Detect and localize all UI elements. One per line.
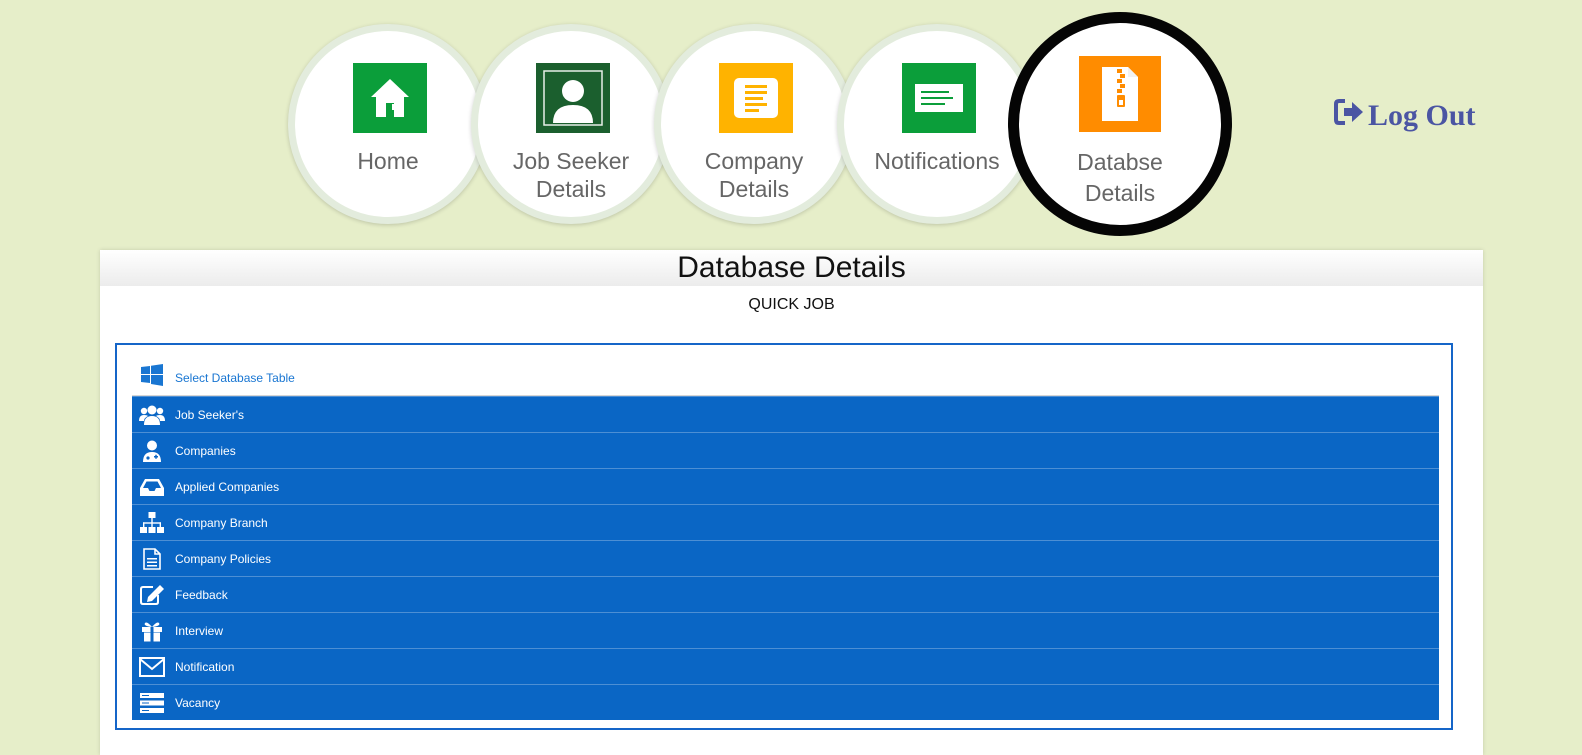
table-item-label: Interview — [175, 623, 224, 638]
nav-notifications-label: Notifications — [874, 148, 1000, 174]
table-item-label: Company Branch — [175, 515, 268, 530]
panel-subtitle: QUICK JOB — [748, 296, 835, 313]
users-icon — [139, 403, 165, 427]
edit-icon — [139, 583, 165, 607]
table-item-label: Companies — [175, 443, 236, 458]
table-item-company-branch[interactable]: Company Branch — [132, 504, 1439, 540]
table-box: Select Database Table Job Seeker's Compa… — [115, 343, 1453, 730]
nav-home-label: Home — [357, 148, 419, 174]
table-item-label: Feedback — [175, 587, 228, 602]
table-item-label: Notification — [175, 659, 235, 674]
nav-job-seeker-details[interactable]: Job Seeker Details — [471, 24, 671, 224]
home-icon — [353, 63, 427, 133]
nav-database-details[interactable]: Databse Details — [1008, 12, 1232, 236]
server-icon — [139, 691, 165, 715]
table-list-header: Select Database Table — [132, 360, 1439, 396]
table-item-vacancy[interactable]: Vacancy — [132, 684, 1439, 720]
nav-company-details[interactable]: Company Details — [654, 24, 854, 224]
document-icon — [719, 63, 793, 133]
database-details-panel: Database Details QUICK JOB Select Databa… — [100, 250, 1483, 755]
inbox-icon — [139, 475, 165, 499]
logout-button[interactable]: Log Out — [1334, 96, 1476, 136]
panel-title: Database Details — [100, 250, 1483, 286]
logout-label: Log Out — [1368, 99, 1476, 132]
user-doctor-icon — [139, 439, 165, 463]
table-item-label: Job Seeker's — [175, 407, 244, 422]
table-item-feedback[interactable]: Feedback — [132, 576, 1439, 612]
table-item-notification[interactable]: Notification — [132, 648, 1439, 684]
table-item-company-policies[interactable]: Company Policies — [132, 540, 1439, 576]
table-item-job-seekers[interactable]: Job Seeker's — [132, 396, 1439, 432]
file-icon — [139, 547, 165, 571]
gift-icon — [139, 619, 165, 643]
message-icon — [902, 63, 976, 133]
table-item-label: Company Policies — [175, 551, 272, 566]
nav-home[interactable]: Home — [288, 24, 488, 224]
nav-database-label: Databse Details — [1077, 149, 1163, 206]
envelope-icon — [139, 655, 165, 679]
nav-notifications[interactable]: Notifications — [837, 24, 1037, 224]
sign-out-icon — [1334, 98, 1364, 134]
table-item-label: Vacancy — [175, 695, 221, 710]
nav-job-seeker-label: Job Seeker Details — [512, 148, 630, 202]
table-item-companies[interactable]: Companies — [132, 432, 1439, 468]
windows-icon — [140, 363, 164, 392]
table-list: Select Database Table Job Seeker's Compa… — [132, 360, 1439, 720]
nav-company-label: Company Details — [704, 148, 804, 202]
table-item-applied-companies[interactable]: Applied Companies — [132, 468, 1439, 504]
table-list-header-label: Select Database Table — [175, 370, 295, 385]
table-item-label: Applied Companies — [175, 479, 280, 494]
table-item-interview[interactable]: Interview — [132, 612, 1439, 648]
zip-file-icon — [1079, 56, 1161, 132]
user-icon — [536, 63, 610, 133]
sitemap-icon — [139, 511, 165, 535]
